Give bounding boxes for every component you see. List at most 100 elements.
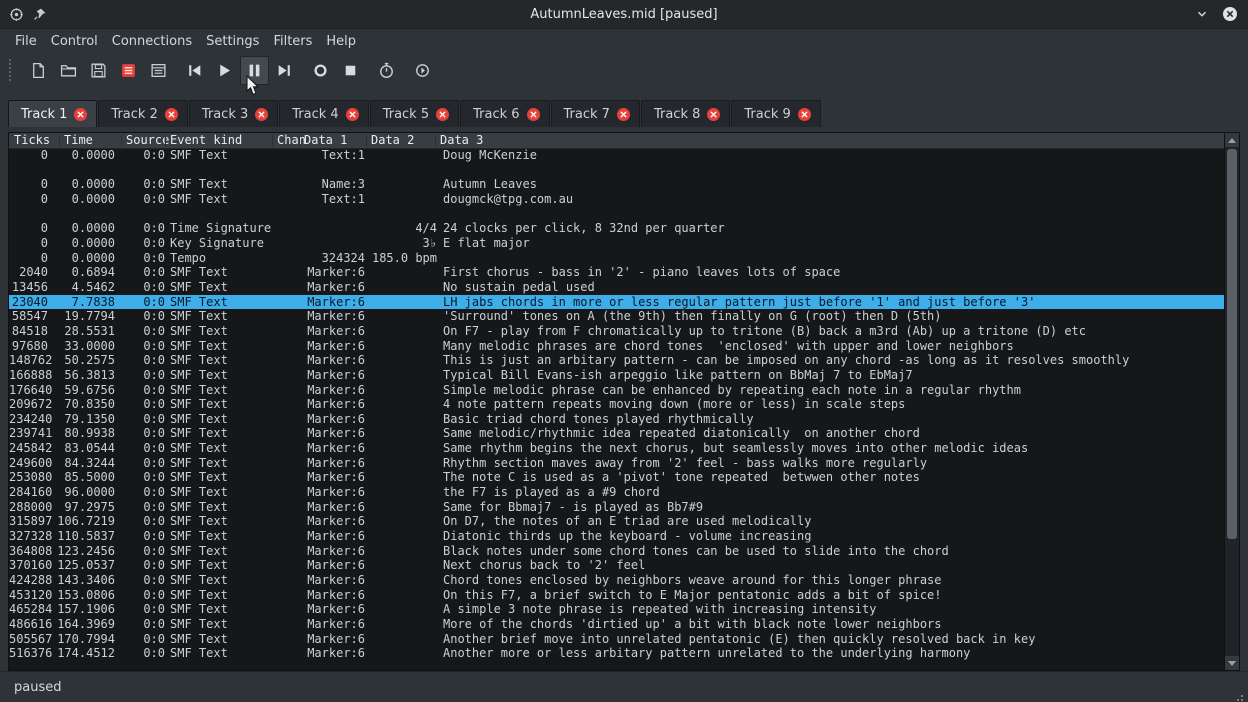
menu-help[interactable]: Help [319,31,363,52]
table-row[interactable]: 00.00000:0SMF TextName:3Autumn Leaves [9,177,1225,192]
tab-track-4[interactable]: Track 4 [279,100,368,127]
toolbar-handle[interactable] [9,59,15,81]
column-header-ticks[interactable]: Ticks [14,133,50,148]
column-header-data-3[interactable]: Data 3 [440,133,483,148]
play-button[interactable] [210,56,239,85]
table-row[interactable]: 8451828.55310:0SMF TextMarker:6On F7 - p… [9,324,1225,339]
tab-track-9[interactable]: Track 9 [731,100,820,127]
table-row[interactable]: 23424079.13500:0SMF TextMarker:6Basic tr… [9,412,1225,427]
shade-chevron-icon[interactable] [1194,6,1210,22]
table-row[interactable]: 00.00000:0Key Signature3♭E flat major [9,236,1225,251]
table-row[interactable]: 14876250.25750:0SMF TextMarker:6This is … [9,353,1225,368]
table-row[interactable]: 134564.54620:0SMF TextMarker:6No sustain… [9,280,1225,295]
menu-control[interactable]: Control [44,31,105,52]
table-row[interactable]: 28800097.29750:0SMF TextMarker:6Same for… [9,500,1225,515]
tab-track-2[interactable]: Track 2 [98,100,187,127]
new-file-button[interactable] [24,56,53,85]
table-row[interactable]: 505567170.79940:0SMF TextMarker:6Another… [9,632,1225,647]
table-row[interactable]: 28416096.00000:0SMF TextMarker:6the F7 i… [9,485,1225,500]
tab-track-5[interactable]: Track 5 [370,100,459,127]
column-header-event-kind[interactable]: Event kind [170,133,242,148]
cell-data-1: Marker:6 [276,280,365,295]
column-header-source[interactable]: Source [126,133,169,148]
table-row[interactable]: 9768033.00000:0SMF TextMarker:6Many melo… [9,339,1225,354]
tab-close-icon[interactable] [165,108,178,121]
tab-track-7[interactable]: Track 7 [551,100,640,127]
tab-close-icon[interactable] [74,108,87,121]
table-row[interactable]: 315897106.72190:0SMF TextMarker:6On D7, … [9,514,1225,529]
table-row[interactable]: 424288143.34060:0SMF TextMarker:6Chord t… [9,573,1225,588]
skip-backward-button[interactable] [180,56,209,85]
column-header-data-2[interactable]: Data 2 [371,133,414,148]
tab-track-3[interactable]: Track 3 [189,100,278,127]
tab-close-icon[interactable] [617,108,630,121]
tab-close-icon[interactable] [255,108,268,121]
scroll-down-button[interactable] [1225,656,1239,670]
table-row[interactable]: 00.00000:0Time Signature4/424 clocks per… [9,221,1225,236]
menu-file[interactable]: File [8,31,44,52]
record-button[interactable] [306,56,335,85]
column-header-chan[interactable]: Chan [277,133,306,148]
table-body[interactable]: 00.00000:0SMF TextText:1Doug McKenzie 00.… [9,148,1225,670]
table-row[interactable]: 516376174.45120:0SMF TextMarker:6Another… [9,646,1225,661]
save-file-button[interactable] [84,56,113,85]
open-file-button[interactable] [54,56,83,85]
table-row[interactable]: 5854719.77940:0SMF TextMarker:6'Surround… [9,309,1225,324]
table-row[interactable]: 486616164.39690:0SMF TextMarker:6More of… [9,617,1225,632]
table-row[interactable]: 16688856.38130:0SMF TextMarker:6Typical … [9,368,1225,383]
column-header-data-1[interactable]: Data 1 [304,133,347,148]
skip-forward-icon [276,62,293,79]
table-row[interactable]: 20967270.83500:0SMF TextMarker:64 note p… [9,397,1225,412]
event-list-button[interactable] [144,56,173,85]
table-row-selected[interactable]: 230407.78380:0SMF TextMarker:6LH jabs ch… [9,295,1225,310]
table-row[interactable]: 364808123.24560:0SMF TextMarker:6Black n… [9,544,1225,559]
table-row[interactable]: 25308085.50000:0SMF TextMarker:6The note… [9,470,1225,485]
table-row[interactable]: 24960084.32440:0SMF TextMarker:6Rhythm s… [9,456,1225,471]
vertical-scrollbar[interactable] [1224,133,1239,670]
table-row[interactable]: 17664059.67560:0SMF TextMarker:6Simple m… [9,383,1225,398]
close-window-icon[interactable] [1222,6,1238,22]
loop-button[interactable] [408,56,437,85]
table-row[interactable]: 20400.68940:0SMF TextMarker:6First choru… [9,265,1225,280]
table-row[interactable] [9,163,1225,178]
tab-close-icon[interactable] [527,108,540,121]
column-header-time[interactable]: Time [64,133,93,148]
resize-grip[interactable] [1241,695,1243,697]
cell-data-1: Marker:6 [276,470,365,485]
table-row[interactable]: 327328110.58370:0SMF TextMarker:6Diatoni… [9,529,1225,544]
tab-label: Track 5 [383,107,429,122]
table-row[interactable]: 24584283.05440:0SMF TextMarker:6Same rhy… [9,441,1225,456]
cell-time: 123.2456 [52,544,115,559]
menu-filters[interactable]: Filters [266,31,319,52]
stop-button[interactable] [336,56,365,85]
tab-close-icon[interactable] [436,108,449,121]
tab-close-icon[interactable] [707,108,720,121]
tab-track-8[interactable]: Track 8 [641,100,730,127]
skip-forward-button[interactable] [270,56,299,85]
tab-close-icon[interactable] [798,108,811,121]
record-events-button[interactable] [114,56,143,85]
table-row[interactable] [9,207,1225,222]
timer-button[interactable] [372,56,401,85]
table-row[interactable]: 23974180.99380:0SMF TextMarker:6Same mel… [9,426,1225,441]
tab-track-1[interactable]: Track 1 [8,100,97,127]
tab-close-icon[interactable] [346,108,359,121]
table-row[interactable]: 453120153.08060:0SMF TextMarker:6On this… [9,588,1225,603]
cell-event-kind: SMF Text [170,339,272,354]
menu-settings[interactable]: Settings [199,31,266,52]
pause-button[interactable] [240,56,269,85]
table-row[interactable]: 465284157.19060:0SMF TextMarker:6A simpl… [9,602,1225,617]
cell-source: 0:0 [115,251,165,266]
table-row[interactable]: 00.00000:0SMF TextText:1dougmck@tpg.com.… [9,192,1225,207]
app-menu-icon[interactable] [8,6,24,22]
cell-data-1: Marker:6 [276,397,365,412]
pin-icon[interactable] [32,6,48,22]
title-bar[interactable]: AutumnLeaves.mid [paused] [0,0,1248,29]
scroll-up-button[interactable] [1225,133,1239,147]
table-row[interactable]: 370160125.05370:0SMF TextMarker:6Next ch… [9,558,1225,573]
menu-connections[interactable]: Connections [105,31,199,52]
tab-track-6[interactable]: Track 6 [460,100,549,127]
scrollbar-thumb[interactable] [1227,149,1237,539]
table-row[interactable]: 00.00000:0Tempo324324185.0 bpm [9,251,1225,266]
table-row[interactable]: 00.00000:0SMF TextText:1Doug McKenzie [9,148,1225,163]
